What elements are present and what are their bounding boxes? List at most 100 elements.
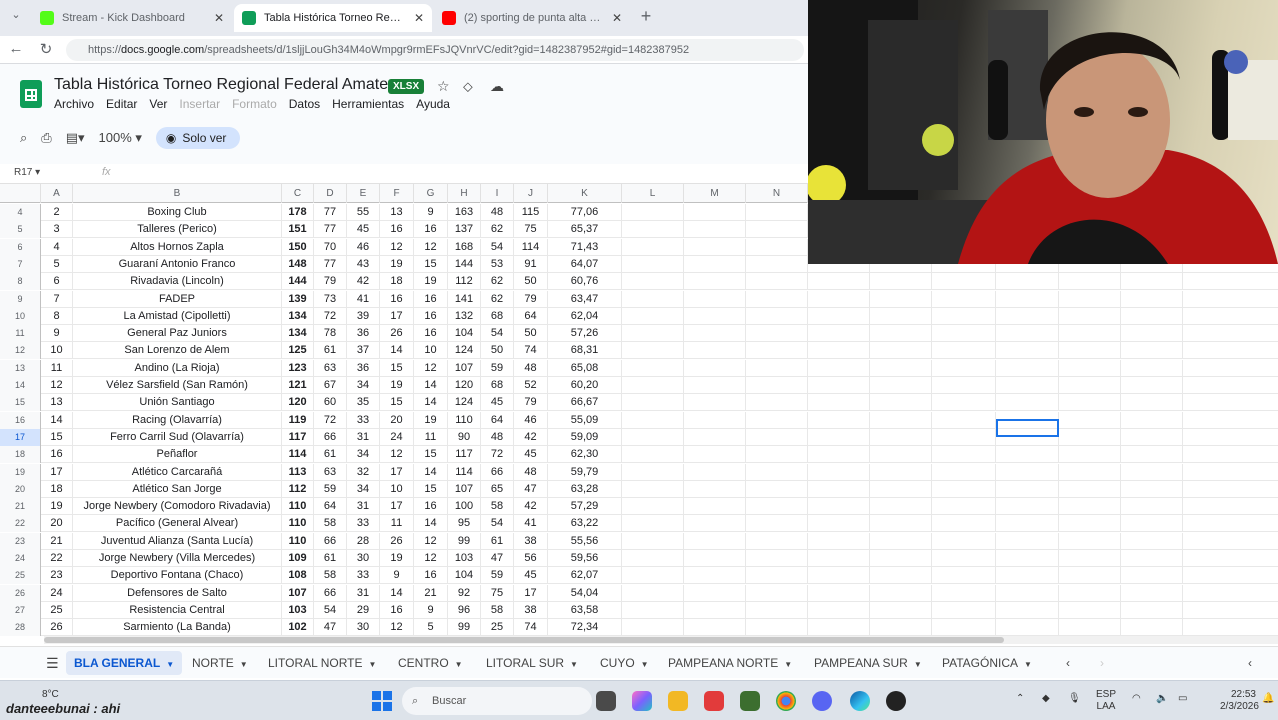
cell-g[interactable]: 16 <box>414 567 448 585</box>
cell-k[interactable]: 68,31 <box>548 342 622 360</box>
cell-d[interactable]: 70 <box>314 238 347 256</box>
cell-h[interactable]: 96 <box>448 601 481 619</box>
cell-q[interactable] <box>932 377 996 394</box>
cell-l[interactable] <box>622 273 684 291</box>
row-number[interactable]: 22 <box>0 515 41 533</box>
cell-t[interactable] <box>1121 446 1183 464</box>
cell-n[interactable] <box>746 359 808 377</box>
cell-n[interactable] <box>746 619 808 636</box>
cell-i[interactable]: 75 <box>481 584 514 602</box>
cell-a[interactable]: 9 <box>41 325 73 343</box>
cell-p[interactable] <box>870 515 932 533</box>
cell-e[interactable]: 31 <box>347 584 380 602</box>
cell-d[interactable]: 59 <box>314 480 347 498</box>
cell-s[interactable] <box>1059 307 1121 325</box>
browser-tab-kick[interactable]: Stream - Kick Dashboard ✕ <box>32 4 232 32</box>
cell-a[interactable]: 18 <box>41 480 73 498</box>
cell-d[interactable]: 54 <box>314 601 347 619</box>
move-folder-icon[interactable]: ⬦ <box>463 78 473 95</box>
cell-a[interactable]: 11 <box>41 359 73 377</box>
cell-t[interactable] <box>1121 325 1183 343</box>
cell-c[interactable]: 107 <box>282 584 314 602</box>
cell-j[interactable]: 48 <box>514 463 548 481</box>
cell-j[interactable]: 17 <box>514 584 548 602</box>
cell-a[interactable]: 16 <box>41 446 73 464</box>
cell-m[interactable] <box>684 342 746 360</box>
cell-a[interactable]: 5 <box>41 255 73 273</box>
cell-m[interactable] <box>684 446 746 464</box>
cell-o[interactable] <box>808 498 870 516</box>
cell-d[interactable]: 64 <box>314 498 347 516</box>
cell-p[interactable] <box>870 498 932 516</box>
cell-l[interactable] <box>622 377 684 394</box>
cell-b[interactable]: Boxing Club <box>73 204 282 221</box>
sheet-tab[interactable]: LITORAL NORTE ▼ <box>260 651 384 675</box>
cell-i[interactable]: 58 <box>481 498 514 516</box>
cell-n[interactable] <box>746 480 808 498</box>
cell-n[interactable] <box>746 515 808 533</box>
microphone-icon[interactable]: 🎙 <box>1068 693 1081 704</box>
cell-b[interactable]: Defensores de Salto <box>73 584 282 602</box>
cell-o[interactable] <box>808 307 870 325</box>
cell-q[interactable] <box>932 428 996 446</box>
taskbar-search-field[interactable]: ⌕ Buscar <box>402 687 592 715</box>
cell-d[interactable]: 77 <box>314 221 347 239</box>
cell-c[interactable]: 109 <box>282 550 314 567</box>
cell-h[interactable]: 124 <box>448 394 481 412</box>
tab-dropdown-icon[interactable]: ▼ <box>1024 660 1032 669</box>
cell-a[interactable]: 6 <box>41 273 73 291</box>
cell-h[interactable]: 99 <box>448 532 481 550</box>
cell-b[interactable]: Guaraní Antonio Franco <box>73 255 282 273</box>
cell-h[interactable]: 141 <box>448 290 481 308</box>
cell-q[interactable] <box>932 290 996 308</box>
cell-c[interactable]: 110 <box>282 532 314 550</box>
cell-p[interactable] <box>870 325 932 343</box>
cell-t[interactable] <box>1121 377 1183 394</box>
cell-d[interactable]: 60 <box>314 394 347 412</box>
cell-i[interactable]: 53 <box>481 255 514 273</box>
cell-b[interactable]: Juventud Alianza (Santa Lucía) <box>73 532 282 550</box>
cell-e[interactable]: 30 <box>347 619 380 636</box>
cell-q[interactable] <box>932 394 996 412</box>
cell-g[interactable]: 16 <box>414 290 448 308</box>
cell-h[interactable]: 163 <box>448 204 481 221</box>
cell-r[interactable] <box>996 273 1059 291</box>
cell-i[interactable]: 54 <box>481 325 514 343</box>
cell-s[interactable] <box>1059 619 1121 636</box>
column-header-l[interactable]: L <box>622 184 684 203</box>
cell-m[interactable] <box>684 255 746 273</box>
cell-b[interactable]: Jorge Newbery (Villa Mercedes) <box>73 550 282 567</box>
cell-l[interactable] <box>622 515 684 533</box>
cell-e[interactable]: 39 <box>347 307 380 325</box>
cell-m[interactable] <box>684 411 746 429</box>
cell-j[interactable]: 38 <box>514 601 548 619</box>
cell-i[interactable]: 66 <box>481 463 514 481</box>
cell-r[interactable] <box>996 532 1059 550</box>
cell-r[interactable] <box>996 446 1059 464</box>
cell-b[interactable]: Resistencia Central <box>73 601 282 619</box>
cell-t[interactable] <box>1121 480 1183 498</box>
cell-p[interactable] <box>870 307 932 325</box>
cell-b[interactable]: Peñaflor <box>73 446 282 464</box>
cell-s[interactable] <box>1059 480 1121 498</box>
cell-s[interactable] <box>1059 601 1121 619</box>
cell-l[interactable] <box>622 601 684 619</box>
sheet-tab[interactable]: PAMPEANA NORTE ▼ <box>660 651 800 675</box>
cell-l[interactable] <box>622 550 684 567</box>
cell-b[interactable]: Jorge Newbery (Comodoro Rivadavia) <box>73 498 282 516</box>
cell-e[interactable]: 28 <box>347 532 380 550</box>
sheet-tab[interactable]: CUYO ▼ <box>592 651 657 675</box>
cell-a[interactable]: 14 <box>41 411 73 429</box>
cell-e[interactable]: 46 <box>347 238 380 256</box>
language-indicator[interactable]: ESP LAA <box>1096 689 1116 713</box>
cell-h[interactable]: 110 <box>448 411 481 429</box>
cell-s[interactable] <box>1059 515 1121 533</box>
cell-b[interactable]: Altos Hornos Zapla <box>73 238 282 256</box>
cell-j[interactable]: 38 <box>514 532 548 550</box>
view-only-button[interactable]: ◉ Solo ver <box>155 127 241 149</box>
cell-f[interactable]: 17 <box>380 463 414 481</box>
cell-j[interactable]: 45 <box>514 446 548 464</box>
cell-d[interactable]: 66 <box>314 428 347 446</box>
cell-k[interactable]: 57,29 <box>548 498 622 516</box>
cell-g[interactable]: 10 <box>414 342 448 360</box>
